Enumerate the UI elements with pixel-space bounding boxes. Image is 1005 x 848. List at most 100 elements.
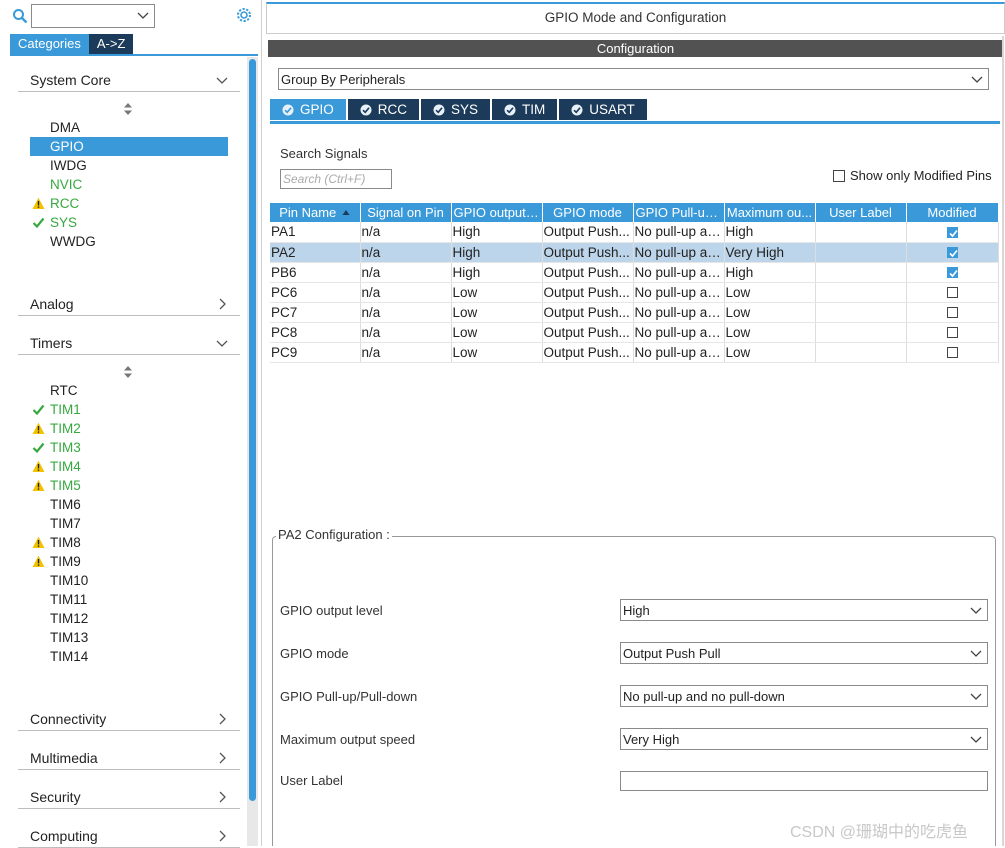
list-item-tim11[interactable]: TIM11 xyxy=(30,590,228,609)
cell-pull: No pull-up an... xyxy=(633,262,725,283)
list-item-tim14[interactable]: TIM14 xyxy=(30,647,228,666)
column-header[interactable]: GPIO mode xyxy=(542,203,634,222)
list-item-label: RCC xyxy=(50,196,80,211)
modified-checkbox[interactable] xyxy=(946,307,958,319)
list-item-tim12[interactable]: TIM12 xyxy=(30,609,228,628)
column-header[interactable]: User Label xyxy=(815,203,907,222)
section-connectivity[interactable]: Connectivity xyxy=(18,707,240,731)
list-item-iwdg[interactable]: IWDG xyxy=(30,156,228,175)
column-header[interactable]: Maximum ou... xyxy=(724,203,816,222)
user-label-label: User Label xyxy=(280,773,343,788)
search-icon[interactable] xyxy=(12,8,28,24)
list-item-tim1[interactable]: TIM1 xyxy=(30,400,228,419)
list-item-label: RTC xyxy=(50,383,78,398)
cell-modified xyxy=(906,302,999,323)
table-row[interactable]: PA2 n/a High Output Push... No pull-up an...… xyxy=(270,242,999,263)
sort-icon[interactable] xyxy=(122,102,134,116)
list-item-label: TIM6 xyxy=(50,497,81,512)
column-header[interactable]: Modified xyxy=(906,203,999,222)
section-security[interactable]: Security xyxy=(18,785,240,809)
list-item-tim7[interactable]: TIM7 xyxy=(30,514,228,533)
check-circle-icon xyxy=(282,104,294,115)
list-item-tim2[interactable]: TIM2 xyxy=(30,419,228,438)
list-item-gpio[interactable]: GPIO xyxy=(30,137,228,156)
modified-checkbox[interactable] xyxy=(946,287,958,299)
list-item-label: DMA xyxy=(50,120,80,135)
cell-pull: No pull-up an... xyxy=(633,242,725,263)
modified-checkbox[interactable] xyxy=(946,247,958,259)
table-row[interactable]: PB6 n/a High Output Push... No pull-up an...… xyxy=(270,262,999,283)
list-item-tim3[interactable]: TIM3 xyxy=(30,438,228,457)
tab-sys[interactable]: SYS xyxy=(421,99,491,120)
table-row[interactable]: PC9 n/a Low Output Push... No pull-up an... L… xyxy=(270,342,999,363)
tab-tim[interactable]: TIM xyxy=(492,99,558,120)
categories-panel: Categories A->Z System Core DMA GPIO IWDG N… xyxy=(0,0,262,848)
list-item-tim10[interactable]: TIM10 xyxy=(30,571,228,590)
gear-icon[interactable] xyxy=(235,6,253,24)
check-circle-icon xyxy=(504,104,516,115)
show-modified-option[interactable]: Show only Modified Pins xyxy=(833,168,992,183)
tab-a-z[interactable]: A->Z xyxy=(88,34,134,54)
cell-pin: PA1 xyxy=(270,222,361,243)
field-select[interactable]: No pull-up and no pull-down xyxy=(620,685,988,707)
section-analog[interactable]: Analog xyxy=(18,292,240,316)
field-select[interactable]: Very High xyxy=(620,728,988,750)
scrollbar-thumb[interactable] xyxy=(249,59,256,801)
list-item-tim8[interactable]: TIM8 xyxy=(30,533,228,552)
show-modified-checkbox[interactable] xyxy=(833,169,845,182)
tab-gpio[interactable]: GPIO xyxy=(270,99,346,120)
search-signals-input[interactable]: Search (Ctrl+F) xyxy=(280,169,392,189)
list-item-wwdg[interactable]: WWDG xyxy=(30,232,228,251)
column-header[interactable]: GPIO output ... xyxy=(451,203,543,222)
column-header[interactable]: GPIO Pull-up... xyxy=(633,203,725,222)
tab-categories[interactable]: Categories xyxy=(10,34,89,54)
modified-checkbox[interactable] xyxy=(946,327,958,339)
column-header[interactable]: Signal on Pin xyxy=(360,203,452,222)
tab-usart[interactable]: USART xyxy=(559,99,647,120)
left-scrollbar[interactable] xyxy=(247,57,258,846)
section-computing[interactable]: Computing xyxy=(18,824,240,848)
group-by-select[interactable]: Group By Peripherals xyxy=(278,68,989,90)
list-item-rcc[interactable]: RCC xyxy=(30,194,228,213)
cell-speed: Low xyxy=(724,342,816,363)
sort-icon[interactable] xyxy=(122,365,134,379)
modified-checkbox[interactable] xyxy=(946,347,958,359)
list-item-sys[interactable]: SYS xyxy=(30,213,228,232)
cell-pin: PB6 xyxy=(270,262,361,283)
field-select[interactable]: Output Push Pull xyxy=(620,642,988,664)
cell-label xyxy=(815,242,907,263)
list-item-rtc[interactable]: RTC xyxy=(30,381,228,400)
cell-pin: PC6 xyxy=(270,282,361,303)
table-row[interactable]: PC7 n/a Low Output Push... No pull-up an... L… xyxy=(270,302,999,323)
table-row[interactable]: PA1 n/a High Output Push... No pull-up an...… xyxy=(270,222,999,243)
modified-checkbox[interactable] xyxy=(946,267,958,279)
chevron-right-icon xyxy=(219,298,226,310)
list-item-tim9[interactable]: TIM9 xyxy=(30,552,228,571)
section-timers[interactable]: Timers xyxy=(18,331,240,355)
search-signals-label: Search Signals xyxy=(280,146,368,161)
tab-rcc[interactable]: RCC xyxy=(347,99,420,120)
modified-checkbox[interactable] xyxy=(946,227,958,239)
list-item-tim5[interactable]: TIM5 xyxy=(30,476,228,495)
list-item-tim6[interactable]: TIM6 xyxy=(30,495,228,514)
section-system-core[interactable]: System Core xyxy=(18,68,240,92)
cell-pin: PC7 xyxy=(270,302,361,323)
table-row[interactable]: PC8 n/a Low Output Push... No pull-up an... L… xyxy=(270,322,999,343)
field-select-value: Very High xyxy=(623,732,680,747)
cell-mode: Output Push... xyxy=(542,342,634,363)
column-header[interactable]: Pin Name xyxy=(270,203,361,222)
section-label: System Core xyxy=(30,72,111,88)
list-item-nvic[interactable]: NVIC xyxy=(30,175,228,194)
list-item-tim4[interactable]: TIM4 xyxy=(30,457,228,476)
table-row[interactable]: PC6 n/a Low Output Push... No pull-up an... L… xyxy=(270,282,999,303)
column-header-label: Signal on Pin xyxy=(367,205,444,220)
section-multimedia[interactable]: Multimedia xyxy=(18,746,240,770)
field-select[interactable]: High xyxy=(620,599,988,621)
section-label: Connectivity xyxy=(30,711,107,727)
list-item-dma[interactable]: DMA xyxy=(30,118,228,137)
list-item-label: TIM12 xyxy=(50,611,89,626)
search-combo[interactable] xyxy=(31,4,155,28)
list-item-tim13[interactable]: TIM13 xyxy=(30,628,228,647)
user-label-input[interactable] xyxy=(620,771,988,791)
section-label: Security xyxy=(30,789,81,805)
